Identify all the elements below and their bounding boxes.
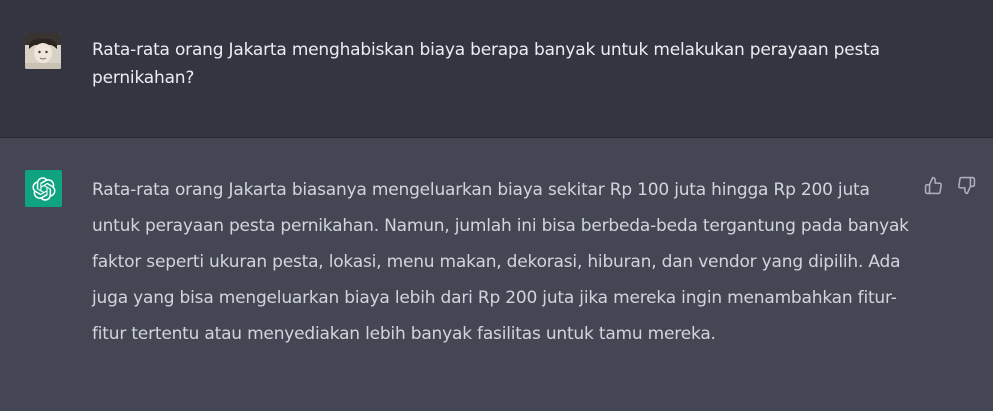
user-avatar: [25, 33, 61, 69]
assistant-avatar: [25, 170, 62, 207]
thumbs-up-icon: [924, 176, 942, 194]
openai-logo-icon: [31, 176, 55, 201]
dislike-button[interactable]: [955, 174, 977, 196]
assistant-message-paragraph: Rata-rata orang Jakarta biasanya mengelu…: [92, 180, 909, 344]
like-button[interactable]: [922, 174, 944, 196]
thumbs-down-icon: [957, 176, 975, 194]
user-avatar-photo: [25, 33, 61, 69]
assistant-message-text: Rata-rata orang Jakarta biasanya mengelu…: [92, 172, 922, 352]
user-message-row: Rata-rata orang Jakarta menghabiskan bia…: [0, 0, 993, 138]
user-message-text: Rata-rata orang Jakarta menghabiskan bia…: [92, 40, 880, 88]
assistant-message-row: Rata-rata orang Jakarta biasanya mengelu…: [0, 138, 993, 411]
